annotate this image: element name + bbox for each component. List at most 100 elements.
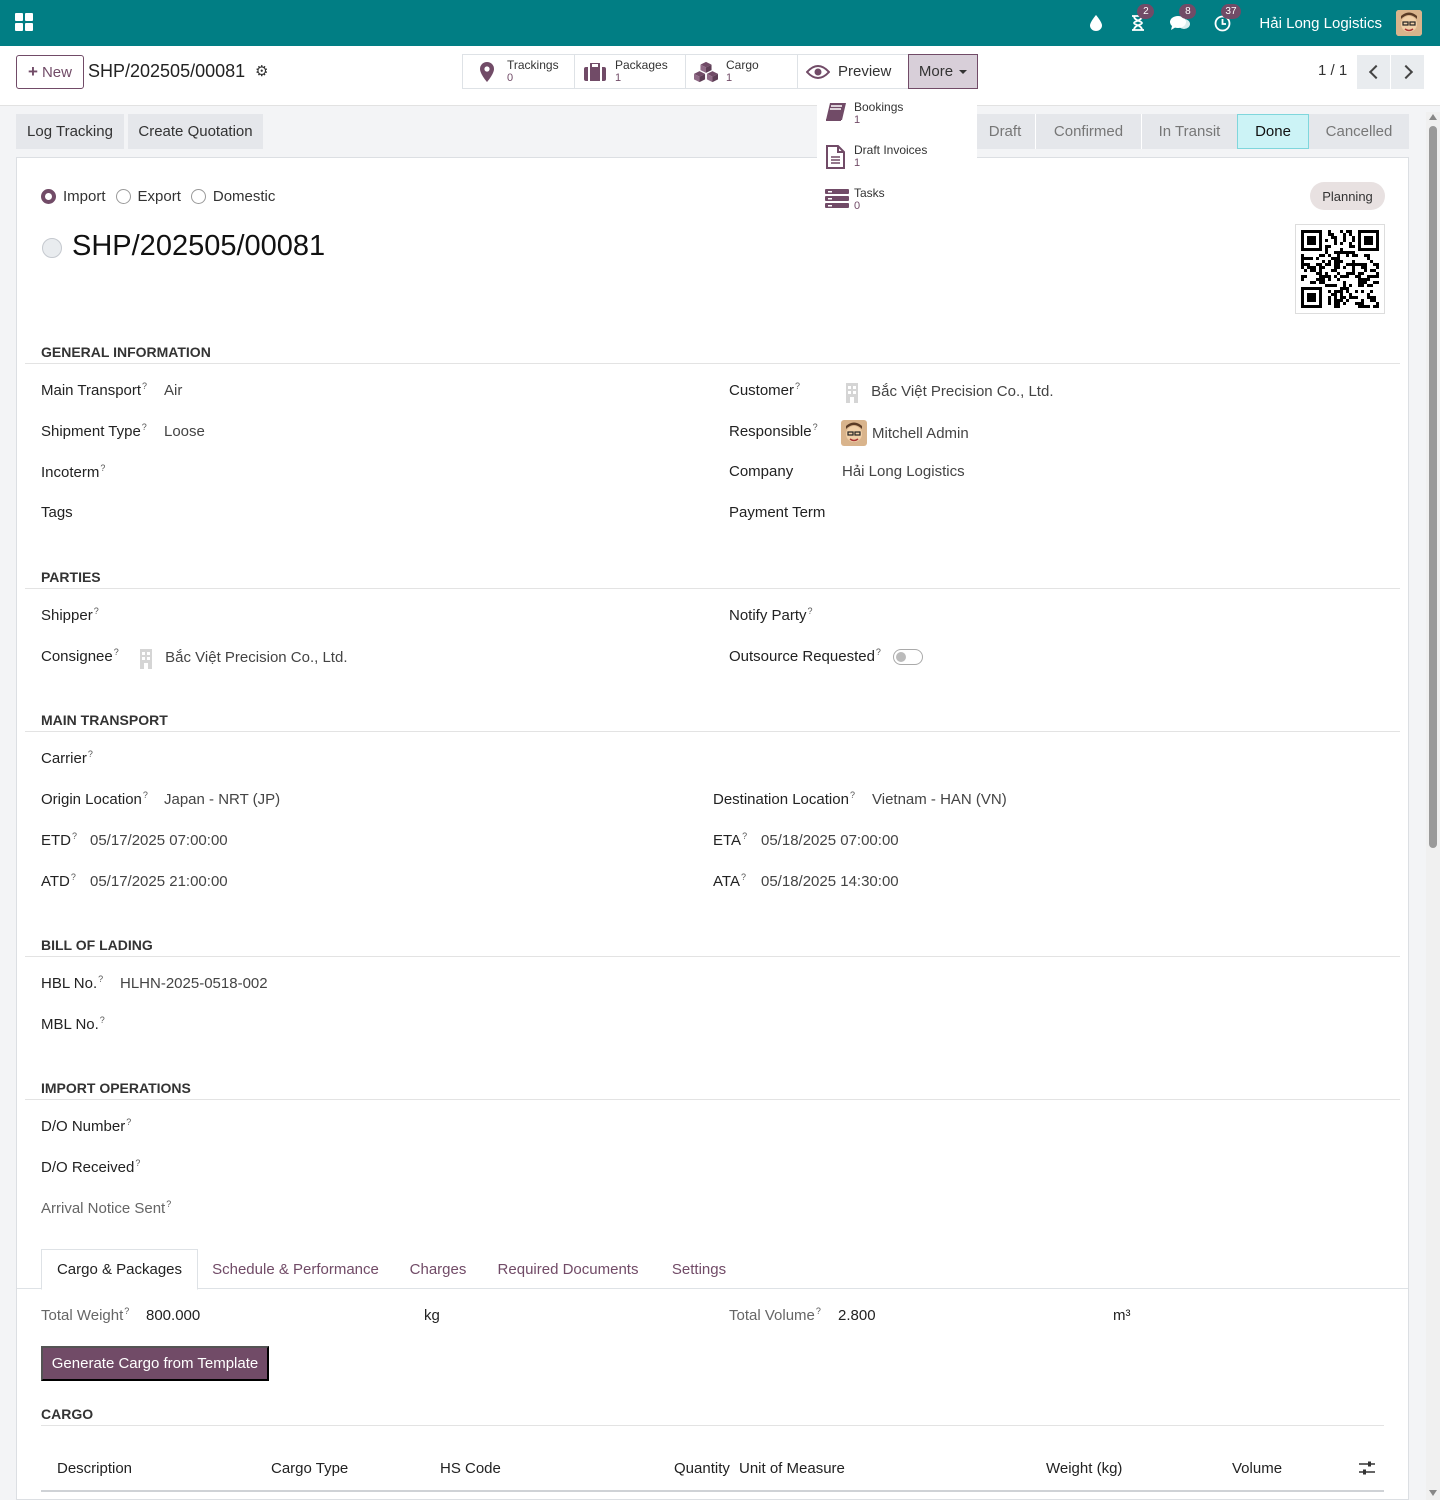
- main-transport-field[interactable]: Air: [164, 382, 182, 399]
- generate-cargo-button[interactable]: Generate Cargo from Template: [41, 1346, 269, 1381]
- origin-location-field[interactable]: Japan - NRT (JP): [164, 791, 280, 808]
- suitcase-icon: [583, 61, 607, 83]
- trackings-smart-button[interactable]: Trackings 0: [462, 54, 575, 89]
- total-weight-unit: kg: [424, 1307, 440, 1324]
- drop-icon[interactable]: [1085, 12, 1107, 34]
- cargo-smart-button[interactable]: Cargo 1: [685, 54, 798, 89]
- hbl-no-label: HBL No.?: [41, 974, 104, 992]
- pager-value[interactable]: 1 / 1: [1318, 62, 1347, 79]
- cubes-icon: [694, 61, 718, 83]
- col-volume[interactable]: Volume: [1232, 1460, 1282, 1477]
- updates-count-badge: 37: [1221, 4, 1241, 19]
- stage-cancelled[interactable]: Cancelled: [1309, 114, 1409, 149]
- scrollbar-thumb[interactable]: [1429, 126, 1437, 848]
- total-volume-unit: m³: [1113, 1307, 1131, 1324]
- control-panel: + New SHP/202505/00081 ⚙ Trackings 0 Packa…: [0, 46, 1440, 106]
- col-unit-of-measure[interactable]: Unit of Measure: [739, 1460, 845, 1477]
- tab-charges[interactable]: Charges: [393, 1249, 483, 1289]
- book-icon: [825, 102, 849, 126]
- ata-field[interactable]: 05/18/2025 14:30:00: [761, 873, 899, 890]
- outsource-requested-label: Outsource Requested?: [729, 647, 881, 665]
- activity-hourglass-icon[interactable]: 2: [1127, 4, 1155, 34]
- tab-required-documents[interactable]: Required Documents: [483, 1249, 653, 1289]
- col-hs-code[interactable]: HS Code: [440, 1460, 501, 1477]
- section-main-transport: MAIN TRANSPORT: [41, 712, 168, 728]
- hbl-no-field[interactable]: HLHN-2025-0518-002: [120, 975, 268, 992]
- col-quantity[interactable]: Quantity: [674, 1460, 730, 1477]
- total-volume-label: Total Volume?: [729, 1306, 821, 1324]
- direction-radio-group: Import Export Domestic: [41, 188, 285, 205]
- activity-count-badge: 2: [1137, 4, 1155, 19]
- ata-label: ATA?: [713, 872, 746, 890]
- messages-icon[interactable]: 8: [1169, 4, 1197, 34]
- mbl-no-label: MBL No.?: [41, 1015, 105, 1033]
- document-icon: [825, 145, 849, 169]
- radio-export[interactable]: [115, 189, 131, 204]
- destination-location-field[interactable]: Vietnam - HAN (VN): [872, 791, 1007, 808]
- incoterm-label: Incoterm?: [41, 463, 106, 481]
- tab-cargo-packages[interactable]: Cargo & Packages: [41, 1249, 198, 1290]
- stage-draft[interactable]: Draft: [975, 114, 1035, 149]
- apps-menu-icon[interactable]: [15, 13, 33, 31]
- chevron-right-icon: [1398, 64, 1413, 80]
- scroll-up-arrow-icon[interactable]: [1429, 114, 1437, 120]
- responsible-avatar: [841, 420, 867, 446]
- stage-done[interactable]: Done: [1237, 114, 1309, 149]
- preview-smart-button[interactable]: Preview: [797, 54, 909, 89]
- chevron-left-icon: [1368, 64, 1383, 80]
- pager-next-button[interactable]: [1391, 55, 1424, 89]
- main-transport-label: Main Transport?: [41, 381, 148, 399]
- company-switcher[interactable]: Hải Long Logistics: [1259, 15, 1382, 32]
- more-dropdown-button[interactable]: More: [908, 54, 978, 89]
- optional-columns-sliders-icon[interactable]: [1359, 1461, 1375, 1479]
- status-bar: Draft Confirmed In Transit Done Cancelle…: [975, 114, 1409, 149]
- notebook-tabs: Cargo & Packages Schedule & Performance …: [17, 1249, 1408, 1290]
- scroll-down-arrow-icon[interactable]: [1429, 1490, 1437, 1496]
- col-cargo-type[interactable]: Cargo Type: [271, 1460, 348, 1477]
- dropdown-item-draft-invoices[interactable]: Draft Invoices 1: [825, 143, 927, 170]
- atd-field[interactable]: 05/17/2025 21:00:00: [90, 873, 228, 890]
- eta-label: ETA?: [713, 831, 748, 849]
- radio-import[interactable]: [41, 189, 56, 204]
- section-cargo: CARGO: [41, 1406, 94, 1422]
- dropdown-item-bookings[interactable]: Bookings 1: [825, 100, 903, 127]
- consignee-label: Consignee?: [41, 647, 119, 665]
- radio-domestic[interactable]: [190, 189, 206, 204]
- tab-schedule-performance[interactable]: Schedule & Performance: [198, 1249, 393, 1289]
- shipment-type-label: Shipment Type?: [41, 422, 147, 440]
- company-field[interactable]: Hải Long Logistics: [842, 463, 965, 480]
- user-avatar[interactable]: [1396, 10, 1422, 36]
- tasks-icon: [825, 188, 849, 212]
- new-button[interactable]: + New: [16, 55, 84, 89]
- do-received-label: D/O Received?: [41, 1158, 141, 1176]
- priority-circle-icon[interactable]: [42, 238, 62, 258]
- dropdown-item-tasks[interactable]: Tasks 0: [825, 186, 885, 213]
- consignee-field[interactable]: Bắc Việt Precision Co., Ltd.: [139, 647, 348, 669]
- customer-label: Customer?: [729, 381, 801, 399]
- stage-confirmed[interactable]: Confirmed: [1035, 114, 1141, 149]
- stage-in-transit[interactable]: In Transit: [1141, 114, 1237, 149]
- shipper-label: Shipper?: [41, 606, 99, 624]
- tab-settings[interactable]: Settings: [653, 1249, 745, 1289]
- section-general-information: GENERAL INFORMATION: [41, 344, 211, 360]
- shipment-type-field[interactable]: Loose: [164, 423, 205, 440]
- gear-icon[interactable]: ⚙: [255, 62, 268, 80]
- col-weight-kg[interactable]: Weight (kg): [1046, 1460, 1122, 1477]
- etd-label: ETD?: [41, 831, 78, 849]
- pager-previous-button[interactable]: [1357, 55, 1390, 89]
- log-tracking-button[interactable]: Log Tracking: [16, 114, 124, 149]
- more-dropdown-menu: Bookings 1 Draft Invoices 1 Tasks 0: [817, 90, 977, 220]
- col-description[interactable]: Description: [57, 1460, 132, 1477]
- tags-label: Tags: [41, 504, 73, 521]
- map-pin-icon: [475, 61, 499, 83]
- packages-smart-button[interactable]: Packages 1: [574, 54, 686, 89]
- outsource-requested-toggle[interactable]: [893, 649, 923, 665]
- etd-field[interactable]: 05/17/2025 07:00:00: [90, 832, 228, 849]
- customer-field[interactable]: Bắc Việt Precision Co., Ltd.: [845, 381, 1054, 403]
- messages-count-badge: 8: [1179, 4, 1197, 19]
- total-weight-value: 800.000: [146, 1307, 201, 1324]
- responsible-field[interactable]: Mitchell Admin: [841, 420, 969, 446]
- eta-field[interactable]: 05/18/2025 07:00:00: [761, 832, 899, 849]
- updates-clock-icon[interactable]: 37: [1211, 4, 1241, 34]
- create-quotation-button[interactable]: Create Quotation: [128, 114, 263, 149]
